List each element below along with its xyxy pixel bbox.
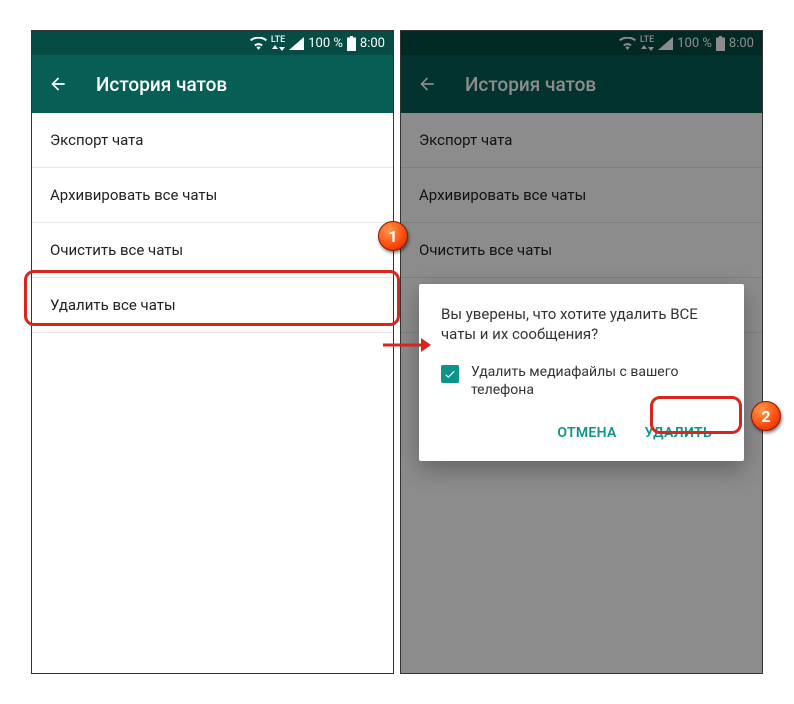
annotation-highlight-2 [650, 396, 742, 434]
phone-screenshot-right: LTE 100 % 8:00 История чатов Экспорт чат… [400, 30, 763, 674]
annotation-badge-2: 2 [751, 401, 781, 431]
menu-item-export[interactable]: Экспорт чата [32, 113, 393, 168]
network-type-icon: LTE [271, 36, 285, 51]
clock: 8:00 [360, 36, 385, 51]
cancel-button[interactable]: ОТМЕНА [547, 417, 626, 449]
appbar: История чатов [32, 55, 393, 113]
delete-media-option[interactable]: Удалить медиафайлы с вашего телефона [441, 363, 722, 399]
confirm-dialog: Вы уверены, что хотите удалить ВСЕ чаты … [419, 284, 744, 461]
annotation-arrow-icon [383, 336, 431, 358]
page-title: История чатов [96, 73, 227, 96]
annotation-highlight-1 [24, 270, 400, 326]
dialog-message: Вы уверены, что хотите удалить ВСЕ чаты … [441, 304, 722, 345]
statusbar: LTE 100 % 8:00 [32, 31, 393, 55]
battery-icon [347, 36, 356, 51]
wifi-icon [250, 37, 267, 50]
signal-icon [289, 37, 304, 50]
menu-item-archive[interactable]: Архивировать все чаты [32, 168, 393, 223]
checkbox-checked-icon[interactable] [441, 365, 459, 383]
checkbox-label: Удалить медиафайлы с вашего телефона [471, 363, 722, 399]
phone-screenshot-left: LTE 100 % 8:00 История чатов Экспорт чат… [31, 30, 394, 674]
annotation-badge-1: 1 [378, 221, 408, 251]
back-icon[interactable] [48, 74, 68, 94]
battery-percent: 100 % [308, 36, 343, 51]
